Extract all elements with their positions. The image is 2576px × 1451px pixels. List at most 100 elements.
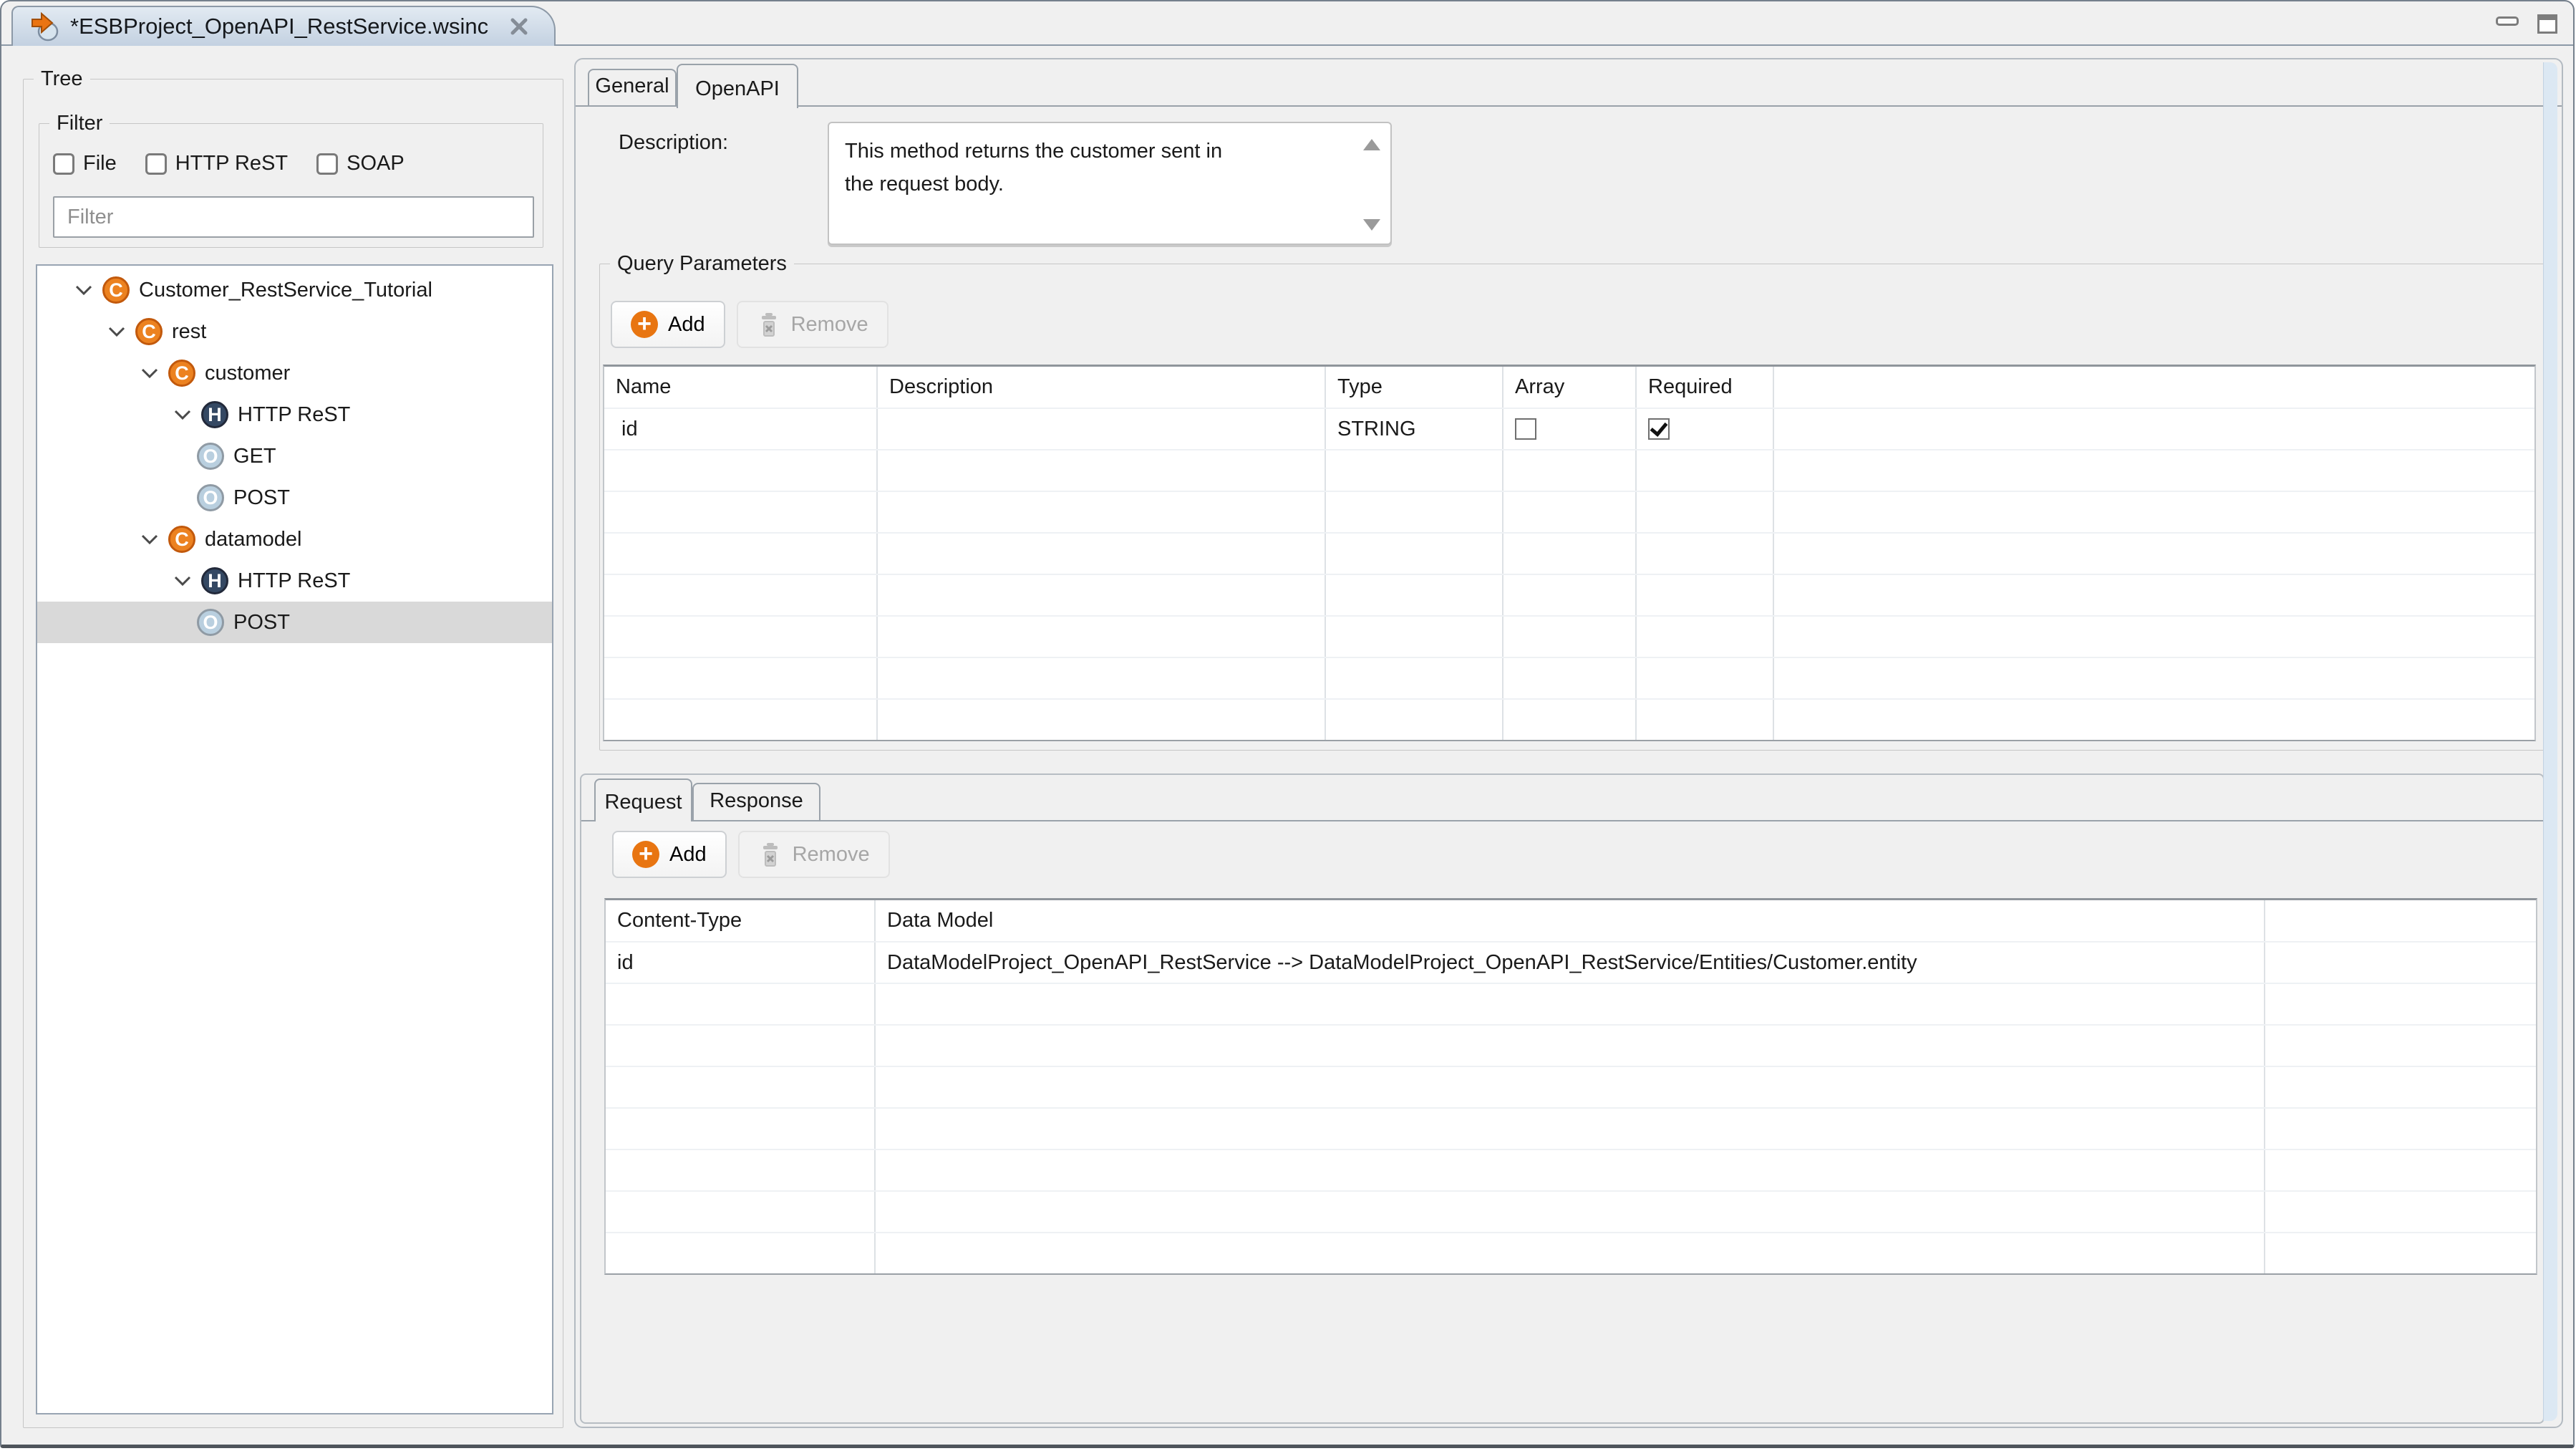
scroll-down-icon[interactable] bbox=[1363, 219, 1380, 231]
qp-cell-array bbox=[1503, 408, 1636, 450]
column-header-array[interactable]: Array bbox=[1503, 367, 1636, 408]
file-checkbox[interactable] bbox=[53, 153, 74, 175]
tab-general[interactable]: General bbox=[588, 69, 677, 107]
tree-item-project[interactable]: C Customer_RestService_Tutorial bbox=[37, 269, 552, 311]
table-empty-row bbox=[606, 1025, 2536, 1066]
tab-request[interactable]: Request bbox=[594, 778, 692, 821]
column-header-empty bbox=[2265, 900, 2536, 942]
chevron-down-icon[interactable] bbox=[65, 284, 102, 296]
tree-item-http-rest-2[interactable]: H HTTP ReST bbox=[37, 560, 552, 602]
column-header-content-type[interactable]: Content-Type bbox=[606, 900, 875, 942]
qp-cell-description[interactable] bbox=[877, 408, 1325, 450]
table-empty-row bbox=[604, 450, 2534, 491]
qp-cell-required bbox=[1636, 408, 1773, 450]
tab-separator-line bbox=[576, 105, 2562, 107]
table-empty-row bbox=[604, 491, 2534, 533]
chevron-down-icon[interactable] bbox=[98, 326, 135, 337]
tree-item-label: GET bbox=[233, 445, 276, 468]
chevron-down-icon[interactable] bbox=[131, 367, 168, 379]
chevron-down-icon[interactable] bbox=[164, 409, 201, 420]
component-icon: C bbox=[168, 526, 195, 553]
tree-item-get[interactable]: O GET bbox=[37, 435, 552, 477]
table-header-row: Content-Type Data Model bbox=[606, 900, 2536, 942]
tree-item-http-rest[interactable]: H HTTP ReST bbox=[37, 394, 552, 435]
qp-required-checkbox[interactable] bbox=[1648, 418, 1670, 440]
component-icon: C bbox=[135, 318, 163, 345]
description-label: Description: bbox=[619, 131, 728, 155]
add-button[interactable]: + Add bbox=[611, 301, 725, 348]
file-checkbox-label: File bbox=[83, 152, 117, 175]
trash-icon bbox=[758, 842, 783, 867]
soap-checkbox[interactable] bbox=[316, 153, 338, 175]
wsinc-file-icon bbox=[30, 11, 60, 42]
tree-item-rest[interactable]: C rest bbox=[37, 311, 552, 352]
trash-icon bbox=[757, 312, 781, 337]
tree-item-label: Customer_RestService_Tutorial bbox=[139, 279, 432, 302]
editor-tab-title: *ESBProject_OpenAPI_RestService.wsinc bbox=[70, 14, 488, 39]
table-empty-row bbox=[606, 1191, 2536, 1233]
pl-cell-data-model[interactable]: DataModelProject_OpenAPI_RestService -->… bbox=[875, 942, 2265, 983]
table-empty-row bbox=[604, 699, 2534, 741]
column-header-required[interactable]: Required bbox=[1636, 367, 1773, 408]
plus-icon: + bbox=[632, 841, 659, 868]
column-header-empty bbox=[1773, 367, 2534, 408]
operation-icon: O bbox=[197, 609, 224, 636]
column-header-type[interactable]: Type bbox=[1325, 367, 1503, 408]
pl-cell-content-type[interactable]: id bbox=[606, 942, 875, 983]
table-empty-row bbox=[606, 1108, 2536, 1149]
add-button[interactable]: + Add bbox=[612, 831, 727, 878]
http-icon: H bbox=[201, 401, 228, 428]
tab-label: Request bbox=[604, 791, 682, 814]
column-header-data-model[interactable]: Data Model bbox=[875, 900, 2265, 942]
tab-response[interactable]: Response bbox=[692, 783, 820, 821]
minimize-icon[interactable] bbox=[2496, 16, 2519, 26]
pl-row-id[interactable]: id DataModelProject_OpenAPI_RestService … bbox=[606, 942, 2536, 983]
tree-item-post[interactable]: O POST bbox=[37, 477, 552, 519]
tree-item-label: POST bbox=[233, 486, 290, 510]
maximize-icon[interactable] bbox=[2537, 14, 2557, 34]
filter-input[interactable] bbox=[53, 196, 534, 238]
tab-label: General bbox=[595, 74, 669, 98]
tree-item-label: HTTP ReST bbox=[238, 403, 350, 427]
component-icon: C bbox=[102, 276, 130, 304]
scrollbar[interactable] bbox=[2543, 62, 2557, 1421]
operation-icon: O bbox=[197, 484, 224, 511]
editor-tab[interactable]: *ESBProject_OpenAPI_RestService.wsinc bbox=[11, 6, 556, 46]
tab-openapi[interactable]: OpenAPI bbox=[677, 64, 798, 108]
http-icon: H bbox=[201, 567, 228, 594]
remove-button-label: Remove bbox=[793, 843, 870, 867]
editor-window: *ESBProject_OpenAPI_RestService.wsinc Tr… bbox=[0, 0, 2575, 1448]
tree-item-label: customer bbox=[205, 362, 290, 385]
table-header-row: Name Description Type Array Required bbox=[604, 367, 2534, 408]
soap-checkbox-label: SOAP bbox=[347, 152, 405, 175]
add-button-label: Add bbox=[669, 843, 707, 867]
tab-label: OpenAPI bbox=[695, 77, 780, 101]
tree-item-label: POST bbox=[233, 611, 290, 635]
tree-item-customer[interactable]: C customer bbox=[37, 352, 552, 394]
column-header-name[interactable]: Name bbox=[604, 367, 877, 408]
table-empty-row bbox=[606, 1233, 2536, 1274]
query-parameters-legend: Query Parameters bbox=[610, 252, 794, 276]
table-empty-row bbox=[604, 533, 2534, 574]
tree-item-post-selected[interactable]: O POST bbox=[37, 602, 552, 643]
description-text: This method returns the customer sent in… bbox=[845, 135, 1347, 201]
remove-button: Remove bbox=[737, 301, 888, 348]
qp-cell-name[interactable]: id bbox=[604, 408, 877, 450]
tree-item-datamodel[interactable]: C datamodel bbox=[37, 519, 552, 560]
table-empty-row bbox=[606, 983, 2536, 1025]
tree-item-label: rest bbox=[172, 320, 206, 344]
close-icon[interactable] bbox=[508, 16, 530, 37]
column-header-description[interactable]: Description bbox=[877, 367, 1325, 408]
content-type-table: Content-Type Data Model id DataModelProj… bbox=[604, 898, 2537, 1275]
plus-icon: + bbox=[631, 311, 658, 338]
qp-cell-type[interactable]: STRING bbox=[1325, 408, 1503, 450]
operation-icon: O bbox=[197, 443, 224, 470]
chevron-down-icon[interactable] bbox=[131, 534, 168, 545]
tab-label: Response bbox=[710, 789, 803, 813]
scroll-up-icon[interactable] bbox=[1363, 139, 1380, 150]
http-rest-checkbox[interactable] bbox=[145, 153, 167, 175]
description-textarea[interactable]: This method returns the customer sent in… bbox=[828, 122, 1392, 245]
qp-row-id[interactable]: id STRING bbox=[604, 408, 2534, 450]
qp-array-checkbox[interactable] bbox=[1515, 418, 1536, 440]
chevron-down-icon[interactable] bbox=[164, 575, 201, 587]
